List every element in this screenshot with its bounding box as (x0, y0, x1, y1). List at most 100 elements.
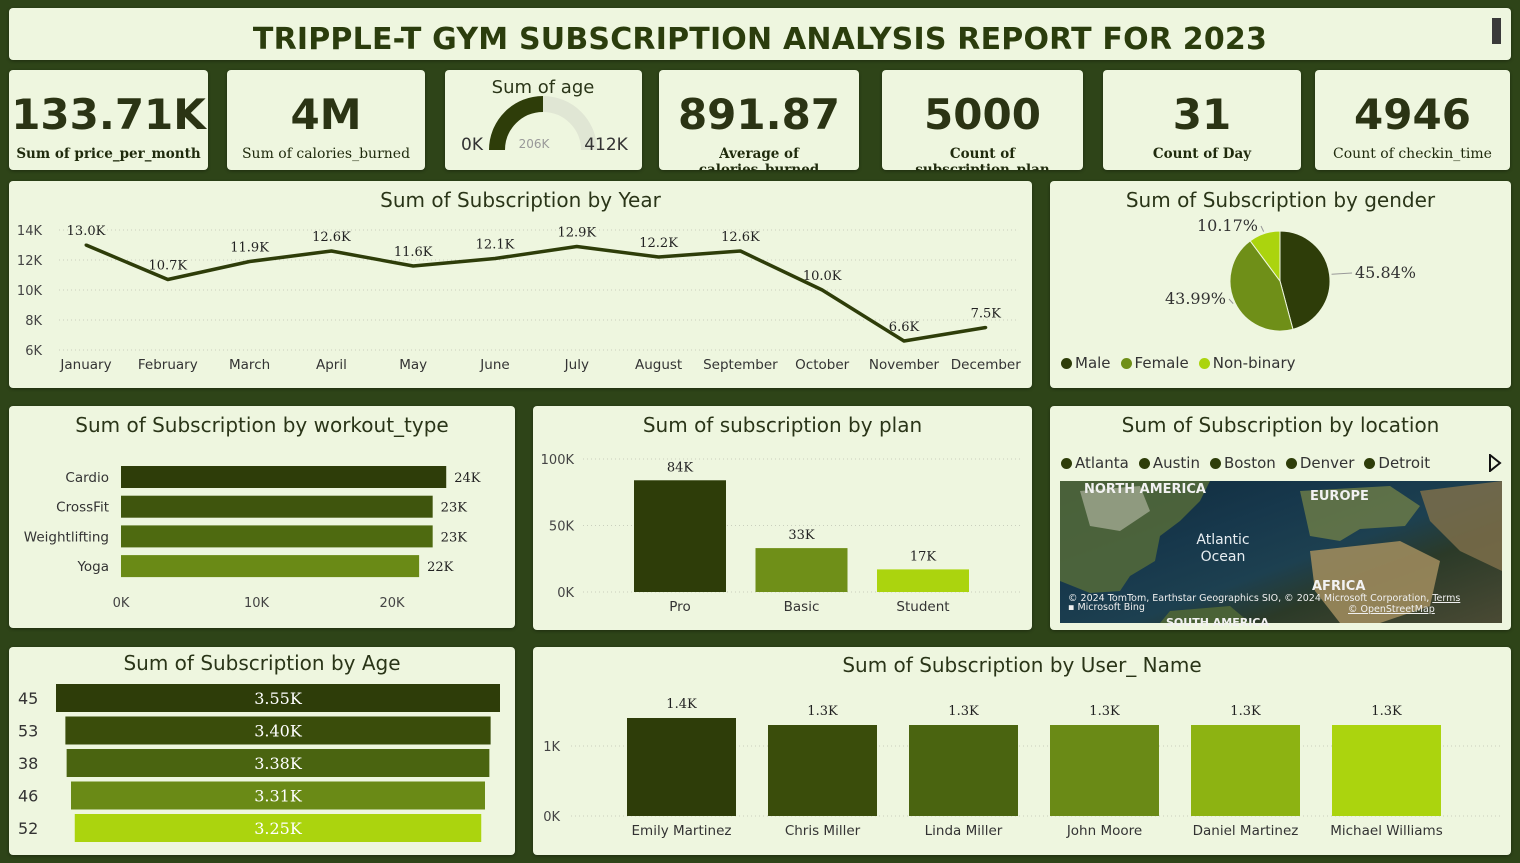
bar (1050, 725, 1159, 816)
data-label: 23K (441, 530, 468, 545)
focus-mode-icon[interactable] (1492, 18, 1501, 44)
category-label: 46 (18, 787, 38, 806)
legend-item-boston[interactable]: Boston (1209, 454, 1276, 472)
x-tick-label: 0K (113, 596, 130, 611)
gauge-card-age: Sum of age 0K 412K 206K (445, 70, 642, 170)
kpi-value-day-count: 31 (1172, 90, 1232, 139)
x-tick-label: December (951, 357, 1021, 373)
series-line (85, 243, 987, 343)
bar (755, 548, 848, 592)
bar (121, 555, 420, 578)
data-label: 7.5K (971, 307, 1002, 322)
data-label: 11.6K (394, 245, 433, 260)
x-tick-label: Basic (784, 599, 820, 615)
report-title: TRIPPLE-T GYM SUBSCRIPTION ANALYSIS REPO… (252, 22, 1268, 57)
data-label: 33K (788, 528, 815, 543)
x-tick-label: April (316, 357, 347, 373)
x-tick-label: November (869, 357, 940, 373)
chart-card-by-age: Sum of Subscription by Age 45 3.55K 53 3.40… (9, 647, 515, 855)
report-title-card: TRIPPLE-T GYM SUBSCRIPTION ANALYSIS REPO… (9, 8, 1511, 60)
y-tick-label: 10K (17, 284, 43, 299)
map-osm-link[interactable]: © OpenStreetMap (1348, 604, 1435, 615)
kpi-card-checkin: 4946 Count of checkin_time (1315, 70, 1510, 170)
chart-title-by-location: Sum of Subscription by location (1121, 413, 1440, 437)
data-label: 1.3K (948, 704, 979, 719)
gauge-max-label: 412K (584, 135, 628, 155)
data-point (575, 245, 579, 248)
legend-item-non-binary[interactable]: Non-binary (1198, 354, 1296, 372)
age-gauge: Sum of age 0K 412K 206K (461, 77, 629, 155)
data-point (657, 255, 661, 259)
data-label: 3.31K (254, 787, 303, 806)
bar-chart-by-plan: 0K 50K 100K 84K Pro 33K Basic 17K Student (541, 453, 1021, 615)
data-label: 3.55K (254, 689, 303, 708)
leader-line (1260, 225, 1265, 232)
kpi-card-avg-calories: 891.87 Average of calories_burned (659, 70, 859, 170)
legend-label: Atlanta (1075, 454, 1129, 472)
y-tick-label: 0K (557, 586, 574, 601)
data-label: 3.25K (254, 819, 303, 838)
kpi-value-avg-calories: 891.87 (677, 90, 841, 139)
chart-card-by-gender: Sum of Subscription by gender 45.84% 43.9… (1050, 181, 1511, 388)
chart-card-by-workout: Sum of Subscription by workout_type Card… (9, 406, 515, 628)
map-label-south-america: SOUTH AMERICA (1166, 616, 1269, 629)
data-label: 1.3K (1089, 704, 1120, 719)
x-tick-label: August (635, 357, 682, 373)
bar (1191, 725, 1300, 816)
map-label-europe: EUROPE (1310, 489, 1369, 504)
category-label: Cardio (65, 470, 109, 486)
legend-dot (1138, 457, 1150, 469)
data-label: 1.4K (666, 697, 697, 712)
leader-line (1331, 272, 1353, 275)
data-point (902, 339, 906, 343)
kpi-label-calories: Sum of calories_burned (241, 146, 411, 162)
bar-chart-by-user: 0K 1K 1.4K Emily Martinez 1.3K Chris Miller 1.… (543, 697, 1501, 839)
slice-label: 10.17% (1197, 216, 1258, 235)
legend-item-atlanta[interactable]: Atlanta (1061, 454, 1129, 472)
location-legend: Atlanta Austin Boston Denver Detroit (1061, 454, 1430, 472)
legend-item-female[interactable]: Female (1120, 354, 1189, 372)
legend-item-detroit[interactable]: Detroit (1364, 454, 1430, 472)
bar (909, 725, 1018, 816)
chart-card-by-year: Sum of Subscription by Year 6K 8K 10K 12K 14… (9, 181, 1032, 388)
x-tick-label: June (479, 357, 509, 373)
bar-chart-by-age: 45 3.55K 53 3.40K 38 3.38K 46 3.31K 52 3.25K (18, 684, 500, 842)
category-label: 52 (18, 819, 38, 838)
data-point (738, 249, 742, 253)
kpi-card-calories: 4M Sum of calories_burned (227, 70, 425, 170)
y-tick-label: 100K (541, 453, 575, 468)
data-label: 17K (910, 549, 937, 564)
gender-legend: Male Female Non-binary (1061, 354, 1296, 372)
bar-chart-by-workout: Cardio 24K CrossFit 23K Weightlifting 23K Yoga… (24, 466, 481, 611)
location-map[interactable]: NORTH AMERICA EUROPE AFRICA SOUTH AMERIC… (1060, 481, 1502, 629)
y-tick-label: 14K (17, 224, 43, 239)
slice-label: 45.84% (1355, 263, 1416, 282)
kpi-label-avg-calories: Average of calories_burned (698, 146, 820, 170)
line-chart-by-year: 6K 8K 10K 12K 14K 13.0K January 10.7K February 11… (17, 224, 1021, 373)
data-point (84, 243, 88, 247)
data-label: 12.6K (721, 230, 760, 245)
y-tick-label: 1K (543, 740, 560, 755)
legend-next-arrow-icon[interactable] (1488, 454, 1502, 472)
category-label: Weightlifting (24, 529, 109, 545)
legend-label: Boston (1223, 454, 1276, 472)
data-point (493, 257, 497, 260)
data-label: 12.1K (476, 238, 515, 253)
kpi-card-day-count: 31 Count of Day (1103, 70, 1301, 170)
map-terms-link[interactable]: Terms (1432, 593, 1460, 604)
data-label: 1.3K (1230, 704, 1261, 719)
data-label: 13.0K (67, 224, 106, 239)
kpi-label-plan-count: Count of subscription_plan (915, 146, 1050, 170)
x-tick-label: Michael Williams (1330, 823, 1443, 839)
legend-item-denver[interactable]: Denver (1285, 454, 1354, 472)
legend-dot (1198, 357, 1210, 369)
legend-dot (1209, 457, 1221, 469)
kpi-label-checkin: Count of checkin_time (1333, 146, 1492, 162)
legend-dot (1061, 457, 1072, 469)
legend-dot (1061, 357, 1072, 369)
legend-item-austin[interactable]: Austin (1138, 454, 1200, 472)
legend-item-male[interactable]: Male (1061, 354, 1111, 372)
bar (877, 569, 969, 592)
data-label: 3.38K (254, 754, 303, 773)
data-point (248, 260, 252, 263)
